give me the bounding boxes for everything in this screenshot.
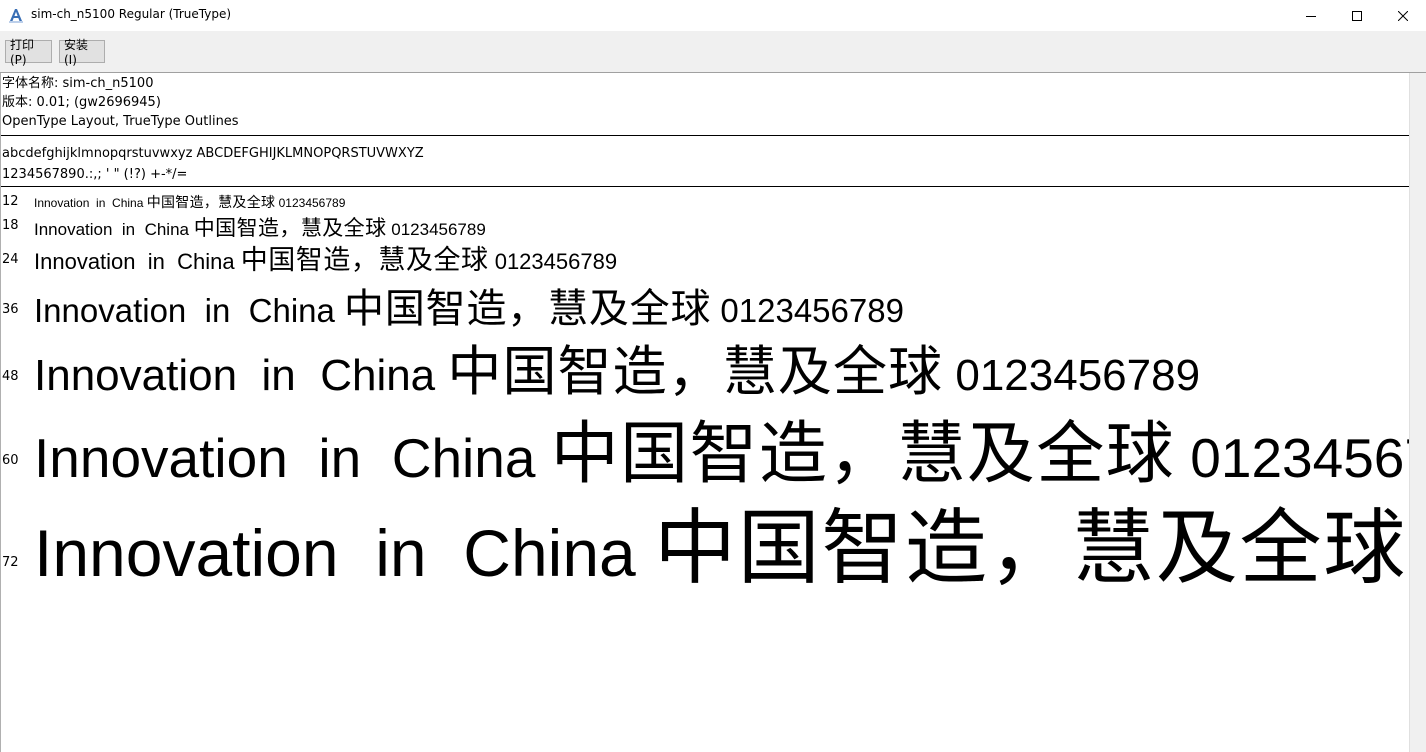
sample-text: Innovation in China 中国智造，慧及全球 0123456789	[34, 276, 904, 334]
vertical-scrollbar[interactable]	[1409, 73, 1426, 752]
font-app-icon	[8, 7, 24, 23]
charset-letters: abcdefghijklmnopqrstuvwxyz ABCDEFGHIJKLM…	[2, 146, 424, 161]
title-bar[interactable]: sim-ch_n5100 Regular (TrueType)	[0, 0, 1426, 32]
font-preview-area: 字体名称: sim-ch_n5100 版本: 0.01; (gw2696945)…	[0, 73, 1409, 752]
size-label: 12	[2, 194, 19, 209]
font-type-line: OpenType Layout, TrueType Outlines	[2, 114, 239, 129]
sample-cjk: 中国智造，慧及全球	[344, 286, 712, 332]
font-name-line: 字体名称: sim-ch_n5100	[2, 76, 154, 91]
maximize-icon	[1352, 10, 1362, 21]
sample-digits: 0123456789	[720, 292, 904, 329]
sample-cjk: 中国智造，慧及全球	[240, 245, 489, 276]
minimize-icon	[1306, 11, 1316, 21]
sample-latin: Innovation in China	[34, 516, 636, 590]
close-button[interactable]	[1380, 0, 1426, 31]
sample-cjk: 中国智造，慧及全球	[193, 216, 387, 240]
close-icon	[1398, 10, 1408, 21]
toolbar: 打印(P) 安装(I)	[0, 31, 1426, 73]
charset-digits-symbols: 1234567890.:,; ' " (!?) +-*/=	[2, 167, 188, 182]
divider	[1, 186, 1409, 187]
sample-text: Innovation in China 中国智造，慧及全球 0123456789	[34, 238, 617, 277]
sample-digits: 0123456789	[1190, 427, 1409, 489]
sample-text: Innovation in China 中国智造，慧及全球 0123456789	[34, 327, 1200, 406]
sample-latin: Innovation in China	[34, 249, 235, 274]
sample-cjk: 中国智造，慧及全球	[447, 340, 944, 403]
print-button[interactable]: 打印(P)	[5, 38, 52, 67]
sample-latin: Innovation in China	[34, 220, 189, 239]
sample-text: Innovation in China 中国智造，慧及全球 0123456789	[34, 481, 1409, 600]
size-label: 48	[2, 369, 19, 384]
window-title: sim-ch_n5100 Regular (TrueType)	[31, 7, 232, 21]
sample-digits: 0123456789	[278, 196, 346, 210]
divider	[1, 135, 1409, 136]
sample-latin: Innovation in China	[34, 196, 144, 210]
size-label: 36	[2, 302, 19, 317]
size-label: 18	[2, 218, 19, 233]
font-version-line: 版本: 0.01; (gw2696945)	[2, 95, 161, 110]
maximize-button[interactable]	[1334, 0, 1380, 31]
size-label: 60	[2, 453, 19, 468]
sample-latin: Innovation in China	[34, 351, 436, 400]
minimize-button[interactable]	[1288, 0, 1334, 31]
sample-latin: Innovation in China	[34, 427, 536, 489]
sample-digits: 0123456789	[494, 249, 618, 274]
sample-cjk: 中国智造，慧及全球	[654, 501, 1407, 596]
install-button[interactable]: 安装(I)	[59, 38, 105, 67]
size-label: 72	[2, 555, 19, 570]
sample-cjk: 中国智造，慧及全球	[146, 195, 276, 211]
sample-text: Innovation in China 中国智造，慧及全球 0123456789	[34, 192, 345, 212]
sample-latin: Innovation in China	[34, 292, 335, 329]
sample-digits: 0123456789	[955, 351, 1201, 400]
sample-digits: 0123456789	[391, 220, 486, 239]
size-label: 24	[2, 252, 19, 267]
